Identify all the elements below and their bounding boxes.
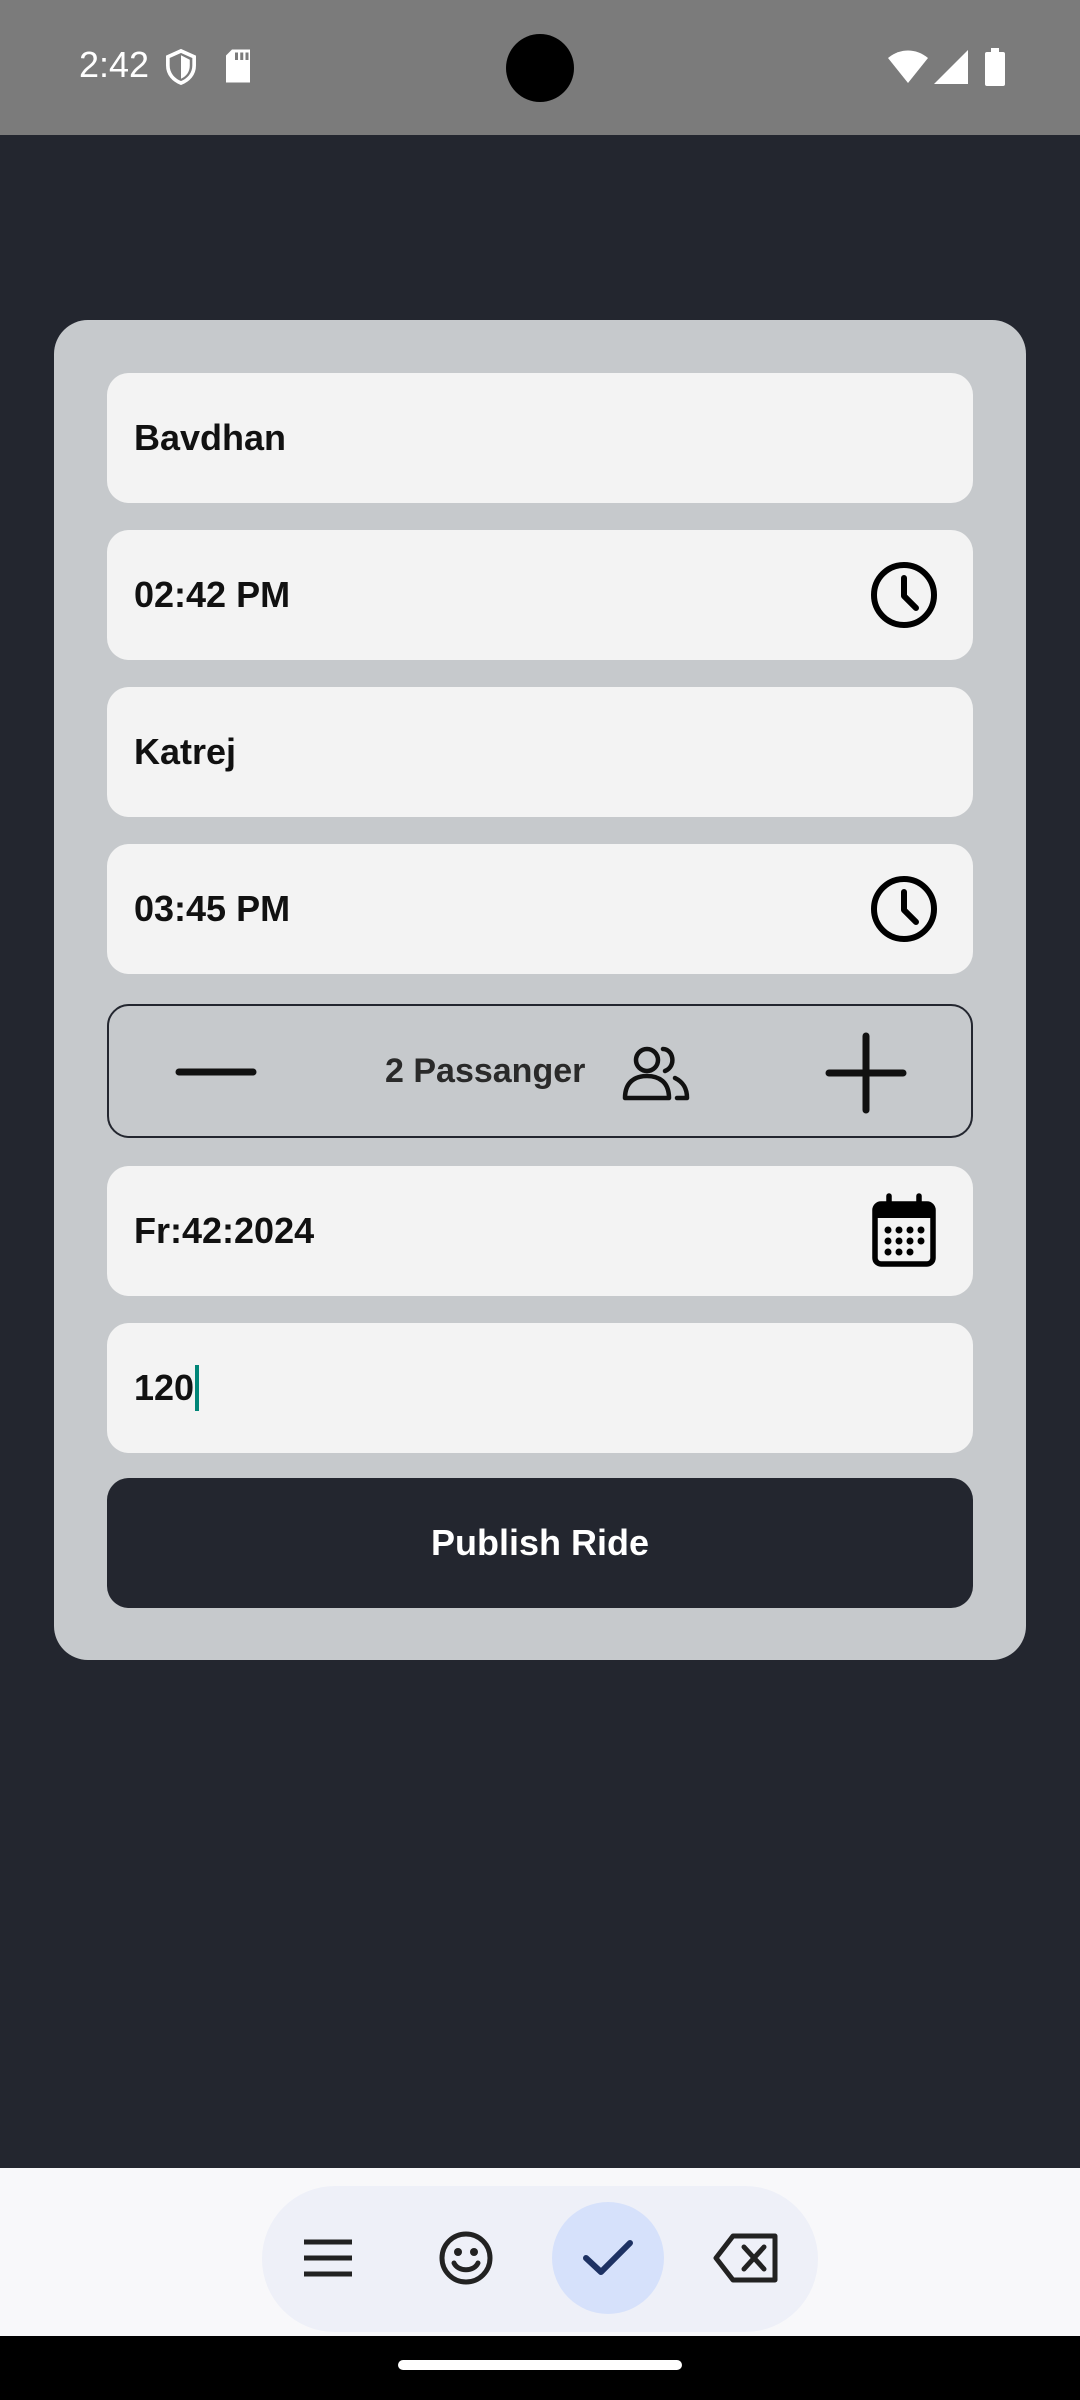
backspace-button[interactable] <box>690 2202 802 2314</box>
wifi-icon <box>888 50 928 83</box>
signal-icon <box>934 50 968 84</box>
done-button[interactable] <box>552 2202 664 2314</box>
passenger-count-label: 2 Passanger <box>385 1052 586 1090</box>
plus-icon[interactable] <box>825 1032 907 1114</box>
departure-time-value: 02:42 PM <box>134 574 291 615</box>
clock-icon[interactable] <box>865 556 943 634</box>
home-handle[interactable] <box>398 2360 682 2370</box>
price-value: 120 <box>134 1367 195 1408</box>
menu-icon <box>304 2239 352 2277</box>
camera-cutout <box>506 34 574 102</box>
departure-time-field[interactable]: 02:42 PM <box>107 530 973 660</box>
navigation-bar <box>0 2336 1080 2400</box>
check-icon <box>583 2240 633 2275</box>
arrival-time-value: 03:45 PM <box>134 888 291 929</box>
sd-card-icon <box>226 49 250 83</box>
clock-icon[interactable] <box>865 870 943 948</box>
arrival-time-field[interactable]: 03:45 PM <box>107 844 973 974</box>
status-bar: 2:42 <box>0 0 1080 135</box>
menu-button[interactable] <box>272 2202 384 2314</box>
from-location-value: Bavdhan <box>134 417 287 458</box>
emoji-icon <box>439 2231 493 2285</box>
date-value: Fr:42:2024 <box>134 1210 315 1251</box>
text-cursor <box>195 1365 200 1411</box>
price-input[interactable]: 120 <box>107 1323 973 1453</box>
minus-icon[interactable] <box>171 1036 261 1108</box>
date-field[interactable]: Fr:42:2024 <box>107 1166 973 1296</box>
to-location-value: Katrej <box>134 731 237 772</box>
emoji-button[interactable] <box>410 2202 522 2314</box>
keyboard-toolbar-pill <box>262 2186 818 2332</box>
from-location-input[interactable]: Bavdhan <box>107 373 973 503</box>
status-time: 2:42 <box>79 44 150 85</box>
publish-ride-card: Bavdhan 02:42 PM Katrej 03:45 PM 2 Passa… <box>54 320 1026 1660</box>
battery-icon <box>985 48 1005 86</box>
publish-ride-button[interactable]: Publish Ride <box>107 1478 973 1608</box>
backspace-icon <box>713 2233 778 2283</box>
shield-icon <box>166 48 196 86</box>
keyboard-toolbar <box>0 2168 1080 2336</box>
calendar-icon[interactable] <box>865 1192 943 1270</box>
people-icon <box>622 1046 690 1101</box>
to-location-input[interactable]: Katrej <box>107 687 973 817</box>
passenger-stepper: 2 Passanger <box>107 1004 973 1138</box>
